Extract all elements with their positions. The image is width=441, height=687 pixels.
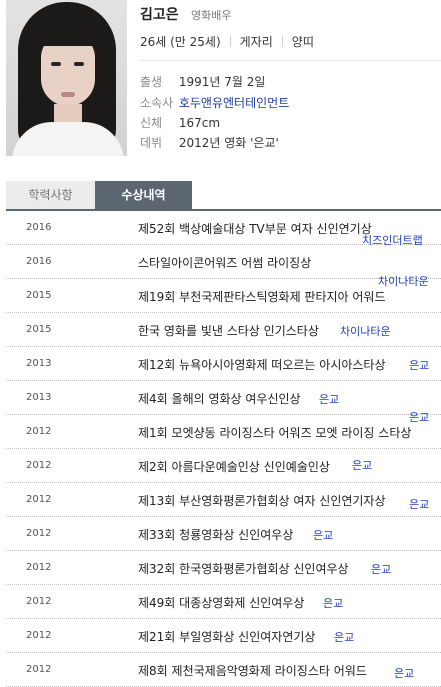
award-row: 2015 제19회 부천국제판타스틱영화제 판타지아 어워드 차이나타운 — [6, 275, 441, 313]
award-title: 제21회 부일영화상 신인여자연기상 — [138, 630, 316, 644]
award-row: 2016 제52회 백상예술대상 TV부문 여자 신인연기상 치즈인더트랩 — [6, 211, 441, 247]
award-title: 제19회 부천국제판타스틱영화제 판타지아 어워드 — [138, 290, 386, 304]
award-row: 2016 스타일아이콘어워즈 어썸 라이징상 — [6, 245, 441, 279]
detail-label: 신체 — [140, 116, 163, 130]
award-title: 제8회 제천국제음악영화제 라이징스타 어워드 — [138, 664, 367, 678]
divider — [140, 60, 441, 61]
separator — [281, 36, 283, 47]
award-work-link[interactable]: 은교 — [371, 561, 391, 577]
award-year: 2013 — [26, 392, 52, 403]
award-year: 2015 — [26, 290, 52, 301]
person-occupation: 영화배우 — [191, 9, 232, 22]
award-work-link[interactable]: 은교 — [352, 457, 372, 473]
separator — [229, 36, 231, 47]
chinese-zodiac: 양띠 — [291, 35, 314, 49]
award-year: 2012 — [26, 596, 52, 607]
detail-debut: 데뷔 2012년 영화 '은교' — [140, 134, 279, 151]
award-work-link[interactable]: 은교 — [323, 595, 343, 611]
award-work-link[interactable]: 은교 — [409, 496, 429, 512]
detail-birth: 출생 1991년 7월 2일 — [140, 73, 265, 90]
award-work-link[interactable]: 차이나타운 — [378, 273, 429, 289]
detail-label: 소속사 — [140, 96, 174, 110]
profile-summary: 26세 (만 25세) 게자리 양띠 — [140, 33, 314, 50]
award-work-link[interactable]: 은교 — [409, 357, 429, 373]
award-title: 한국 영화를 빛낸 스타상 인기스타상 — [138, 324, 319, 338]
person-name: 김고은 — [140, 7, 179, 23]
detail-label: 데뷔 — [140, 136, 163, 150]
award-title: 제13회 부산영화평론가협회상 여자 신인연기자상 — [138, 494, 386, 508]
detail-label: 출생 — [140, 75, 163, 89]
award-work-link[interactable]: 은교 — [334, 629, 354, 645]
award-row: 2012 제1회 모엣샹동 라이징스타 어워즈 모엣 라이징 스타상 은교 — [6, 411, 441, 449]
award-year: 2016 — [26, 222, 52, 233]
award-work-link[interactable]: 은교 — [394, 665, 414, 681]
award-work-link[interactable]: 은교 — [313, 527, 333, 543]
award-year: 2013 — [26, 358, 52, 369]
award-title: 제33회 청룡영화상 신인여우상 — [138, 528, 294, 542]
award-work-link[interactable]: 은교 — [319, 391, 339, 407]
award-year: 2016 — [26, 256, 52, 267]
award-year: 2012 — [26, 562, 52, 573]
award-row: 2015 한국 영화를 빛낸 스타상 인기스타상 차이나타운 — [6, 313, 441, 347]
award-title: 제1회 모엣샹동 라이징스타 어워즈 모엣 라이징 스타상 — [138, 426, 412, 440]
agency-link[interactable]: 호두앤유엔터테인먼트 — [179, 96, 289, 110]
profile-photo[interactable] — [6, 0, 127, 156]
award-work-link[interactable]: 차이나타운 — [340, 323, 391, 339]
detail-agency: 소속사 호두앤유엔터테인먼트 — [140, 94, 289, 111]
section-tabs: 학력사항 수상내역 — [6, 181, 441, 211]
award-year: 2012 — [26, 460, 52, 471]
award-row: 2013 제4회 올해의 영화상 여우신인상 은교 — [6, 381, 441, 415]
award-row: 2012 제21회 부일영화상 신인여자연기상 은교 — [6, 619, 441, 653]
detail-value: 2012년 영화 '은교' — [178, 136, 279, 150]
detail-value: 167cm — [178, 116, 221, 130]
award-title: 제4회 올해의 영화상 여우신인상 — [138, 392, 301, 406]
tab-education[interactable]: 학력사항 — [6, 181, 95, 209]
award-title: 제32회 한국영화평론가협회상 신인여우상 — [138, 562, 349, 576]
award-year: 2012 — [26, 528, 52, 539]
award-row: 2013 제12회 뉴욕아시아영화제 떠오르는 아시아스타상 은교 — [6, 347, 441, 381]
detail-body: 신체 167cm — [140, 114, 220, 131]
award-title: 제52회 백상예술대상 TV부문 여자 신인연기상 — [138, 222, 372, 236]
tab-awards[interactable]: 수상내역 — [95, 181, 192, 209]
award-year: 2012 — [26, 664, 52, 675]
award-title: 제12회 뉴욕아시아영화제 떠오르는 아시아스타상 — [138, 358, 386, 372]
award-year: 2012 — [26, 630, 52, 641]
award-row: 2012 제13회 부산영화평론가협회상 여자 신인연기자상 은교 — [6, 483, 441, 517]
award-row: 2012 제2회 아름다운예술인상 신인예술인상 은교 — [6, 449, 441, 483]
award-row: 2012 제33회 청룡영화상 신인여우상 은교 — [6, 517, 441, 551]
award-year: 2012 — [26, 426, 52, 437]
award-row: 2012 제8회 제천국제음악영화제 라이징스타 어워드 은교 — [6, 653, 441, 687]
award-year: 2015 — [26, 324, 52, 335]
award-title: 스타일아이콘어워즈 어썸 라이징상 — [138, 256, 312, 270]
award-title: 제2회 아름다운예술인상 신인예술인상 — [138, 460, 330, 474]
detail-value: 1991년 7월 2일 — [178, 75, 266, 89]
award-title: 제49회 대종상영화제 신인여우상 — [138, 596, 305, 610]
award-row: 2012 제49회 대종상영화제 신인여우상 은교 — [6, 585, 441, 619]
zodiac: 게자리 — [239, 35, 273, 49]
award-list: 2016 제52회 백상예술대상 TV부문 여자 신인연기상 치즈인더트랩 20… — [6, 211, 441, 687]
award-row: 2012 제32회 한국영화평론가협회상 신인여우상 은교 — [6, 551, 441, 585]
award-work-link[interactable]: 은교 — [409, 409, 429, 425]
age: 26세 (만 25세) — [140, 35, 221, 49]
award-year: 2012 — [26, 494, 52, 505]
